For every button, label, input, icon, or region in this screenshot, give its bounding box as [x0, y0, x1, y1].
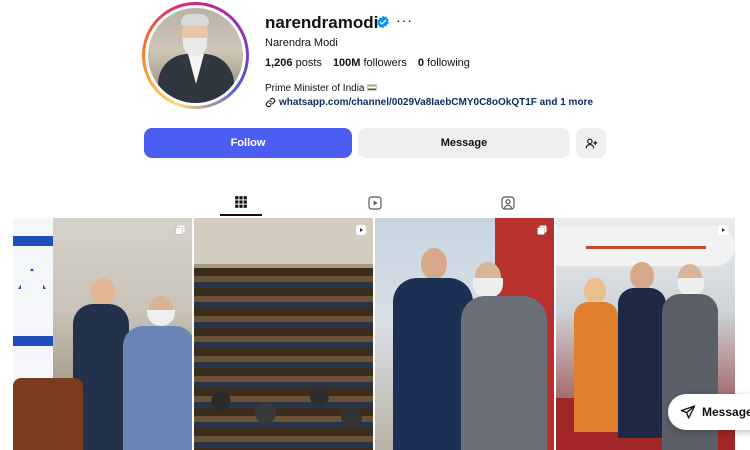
- avatar-figure-hair: [181, 14, 209, 26]
- following-label: following: [427, 57, 470, 69]
- person-center-image: [123, 296, 192, 450]
- follow-button[interactable]: Follow: [144, 128, 352, 158]
- link-more[interactable]: and 1 more: [540, 97, 593, 108]
- bio-text: Prime Minister of India: [265, 83, 365, 94]
- profile-stats: 1,206 posts 100M followers 0 following: [265, 57, 481, 69]
- link-url[interactable]: whatsapp.com/channel/0029Va8IaebCMY0C8oO…: [279, 97, 537, 108]
- profile-link[interactable]: whatsapp.com/channel/0029Va8IaebCMY0C8oO…: [265, 97, 593, 108]
- reels-icon: [368, 196, 382, 210]
- person-vest-image: [461, 262, 547, 450]
- woman-orange-image: [574, 278, 618, 450]
- profile-bio: Prime Minister of India: [265, 83, 378, 94]
- aircraft-image: [556, 226, 735, 266]
- grid-icon: [235, 196, 247, 208]
- reel-icon: [718, 225, 728, 235]
- followers-count: 100M: [332, 57, 361, 69]
- posts-count: 1,206: [265, 57, 293, 69]
- following-count: 0: [417, 57, 425, 69]
- send-icon: [680, 405, 696, 419]
- floating-message-button[interactable]: Message: [668, 394, 750, 430]
- floating-message-label: Message: [702, 405, 750, 419]
- profile-tabs: [0, 190, 750, 218]
- tab-posts[interactable]: [220, 190, 262, 216]
- profile-username: narendramodi: [265, 13, 379, 32]
- verified-badge-icon: [377, 15, 389, 29]
- chamber-wall-image: [194, 218, 373, 264]
- india-flag-icon: [367, 84, 378, 91]
- chair-image: [13, 378, 83, 450]
- link-icon: [265, 97, 276, 108]
- carousel-icon: [537, 225, 547, 235]
- tab-reels[interactable]: [354, 190, 396, 216]
- tab-tagged[interactable]: [487, 190, 529, 216]
- more-options-icon[interactable]: ···: [396, 12, 413, 28]
- avatar: [148, 8, 243, 103]
- post-thumbnail[interactable]: [375, 218, 554, 450]
- avatar-frame: [145, 5, 246, 106]
- followers-label: followers: [363, 57, 407, 69]
- posts-grid: [13, 218, 737, 450]
- post-thumbnail[interactable]: [13, 218, 192, 450]
- message-button[interactable]: Message: [358, 128, 570, 158]
- profile-avatar-ring[interactable]: [142, 2, 249, 109]
- followers-stat[interactable]: 100M followers: [333, 57, 407, 69]
- reel-icon: [356, 225, 366, 235]
- tagged-icon: [501, 196, 515, 210]
- carousel-icon: [175, 225, 185, 235]
- post-thumbnail[interactable]: [194, 218, 373, 450]
- man-suit-image: [618, 262, 666, 450]
- posts-stat: 1,206 posts: [265, 57, 322, 69]
- profile-full-name: Narendra Modi: [265, 37, 338, 49]
- following-stat[interactable]: 0 following: [418, 57, 470, 69]
- audience-image: [194, 368, 373, 450]
- add-user-icon: [585, 138, 597, 148]
- suggest-user-button[interactable]: [576, 128, 606, 158]
- posts-label: posts: [295, 57, 322, 69]
- israel-flag-image: [13, 218, 53, 388]
